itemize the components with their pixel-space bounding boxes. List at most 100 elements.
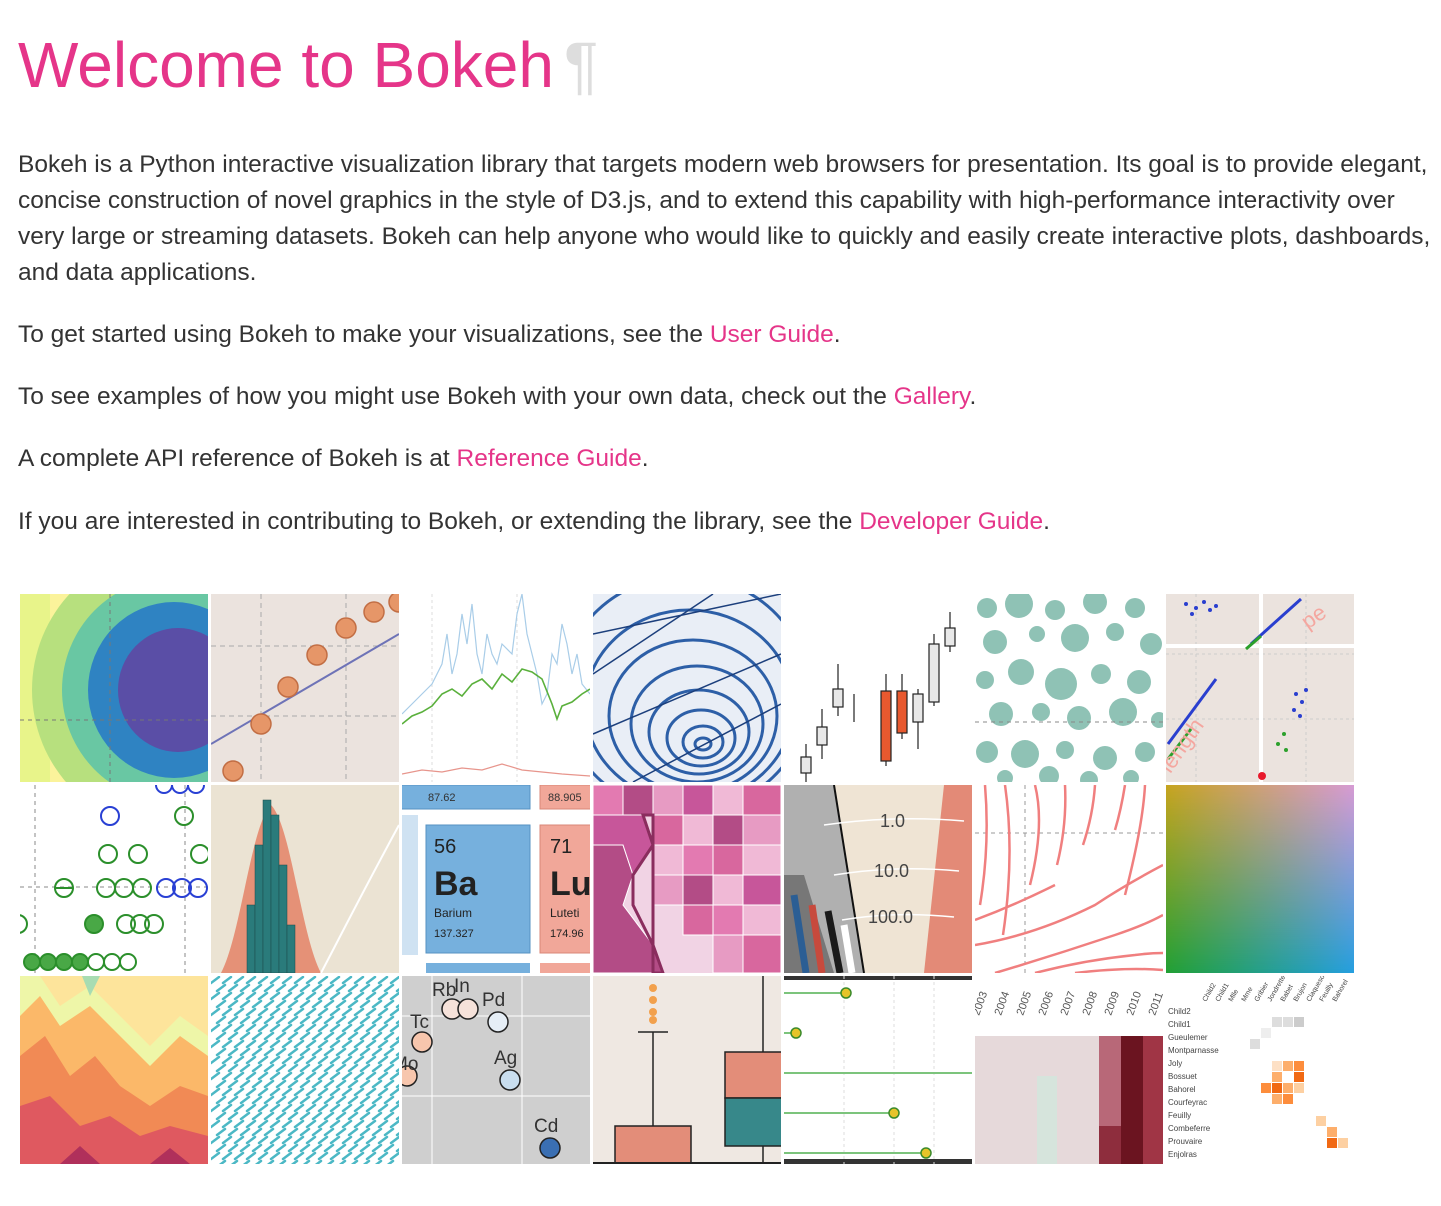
- radial-tick-1: 1.0: [880, 811, 905, 831]
- intro-paragraph: Bokeh is a Python interactive visualizat…: [18, 151, 1431, 286]
- periodic-mass-2: 174.96: [550, 928, 584, 940]
- reference-paragraph: A complete API reference of Bokeh is at …: [18, 441, 649, 477]
- periodic-val-2: 88.905: [548, 792, 582, 804]
- matrix-cell: [1261, 1028, 1271, 1038]
- radial-axis-plot: 1.0 10.0 100.0: [784, 785, 972, 973]
- thumbnail-scatter-matrix[interactable]: pe length: [1166, 594, 1354, 782]
- thumbnail-linear-regression[interactable]: [211, 594, 399, 782]
- matrix-cell: [1250, 1039, 1260, 1049]
- periodic-symbol-1: Ba: [434, 865, 479, 903]
- element-scatter-plot: Rb In Pd Tc Mo Ag Cd: [402, 976, 590, 1164]
- page: Welcome to Bokeh ¶ Bokeh is a Python inte…: [0, 0, 1441, 1206]
- permalink-pilcrow[interactable]: ¶: [564, 29, 598, 101]
- thumbnail-lollipop[interactable]: [784, 976, 972, 1164]
- thumbnail-year-heatmap[interactable]: 2003 2004 2005 2006 2007 2008 2009 2010 2011: [975, 976, 1163, 1164]
- matrix-side-label: Child1: [1168, 1020, 1191, 1029]
- matrix-side-label: Child2: [1168, 1007, 1191, 1016]
- thumbnail-radial-log-axis[interactable]: 1.0 10.0 100.0: [784, 785, 972, 973]
- matrix-side-label: Enjolras: [1168, 1150, 1197, 1159]
- spiral-plot: [593, 594, 781, 782]
- matrix-cell: [1272, 1094, 1282, 1104]
- matrix-cell: [1327, 1138, 1337, 1148]
- stacked-area-plot: [20, 976, 208, 1164]
- periodic-num-1: 56: [434, 836, 456, 858]
- thumbnail-segments-field[interactable]: [211, 976, 399, 1164]
- element-label-tc: Tc: [410, 1012, 429, 1033]
- element-label-ag: Ag: [494, 1048, 517, 1069]
- developer-paragraph: If you are interested in contributing to…: [18, 504, 1050, 540]
- scatter-circles-plot: [975, 594, 1163, 782]
- thumbnail-scatter-circles[interactable]: [975, 594, 1163, 782]
- boxplot-chart: [593, 976, 781, 1164]
- developer-text: If you are interested in contributing to…: [18, 508, 860, 535]
- year-heatmap: 2003 2004 2005 2006 2007 2008 2009 2010 2011: [975, 976, 1163, 1164]
- segment-field-plot: [211, 976, 399, 1164]
- regression-plot: [211, 594, 399, 782]
- matrix-side-label: Bahorel: [1168, 1085, 1196, 1094]
- co-occurrence-matrix: Child2Child1Mlle Mme GribierJondretteBabet…: [1166, 976, 1354, 1164]
- thumbnail-spiral-arcs[interactable]: [593, 594, 781, 782]
- thumbnail-marker-grid[interactable]: [20, 785, 208, 973]
- gallery-grid: pe length 87.62 88.905 56 Ba Barium 137.…: [20, 594, 1356, 1166]
- matrix-cell: [1316, 1116, 1326, 1126]
- matrix-cell: [1283, 1083, 1293, 1093]
- user-guide-link[interactable]: User Guide: [710, 321, 834, 348]
- matrix-side-label: Prouvaire: [1168, 1137, 1203, 1146]
- periodic-num-2: 71: [550, 836, 572, 858]
- thumbnail-boxplot[interactable]: [593, 976, 781, 1164]
- stock-line-plot: [402, 594, 590, 782]
- thumbnail-element-scatter[interactable]: Rb In Pd Tc Mo Ag Cd: [402, 976, 590, 1164]
- element-label-rb: Rb: [432, 980, 456, 1001]
- thumbnail-stacked-area[interactable]: [20, 976, 208, 1164]
- gallery-link[interactable]: Gallery: [894, 383, 970, 410]
- user-guide-text: To get started using Bokeh to make your …: [18, 321, 710, 348]
- matrix-cell: [1338, 1138, 1348, 1148]
- radial-tick-3: 100.0: [868, 907, 913, 927]
- gallery-text: To see examples of how you might use Bok…: [18, 383, 894, 410]
- periodic-symbol-2: Lu: [550, 865, 590, 903]
- matrix-cell: [1294, 1083, 1304, 1093]
- histogram-plot: [211, 785, 399, 973]
- matrix-side-label: Montparnasse: [1168, 1046, 1219, 1055]
- thumbnail-histogram[interactable]: [211, 785, 399, 973]
- matrix-cell: [1283, 1094, 1293, 1104]
- radial-tick-2: 10.0: [874, 861, 909, 881]
- matrix-cell: [1294, 1072, 1304, 1082]
- gradient-image: [1166, 785, 1354, 973]
- matrix-cell: [1294, 1061, 1304, 1071]
- streamline-plot: [975, 785, 1163, 973]
- developer-period: .: [1043, 508, 1050, 535]
- thumbnail-periodic-table[interactable]: 87.62 88.905 56 Ba Barium 137.327 71 Lu …: [402, 785, 590, 973]
- periodic-table-plot: 87.62 88.905 56 Ba Barium 137.327 71 Lu …: [402, 785, 590, 973]
- matrix-side-label: Joly: [1168, 1059, 1182, 1068]
- periodic-mass-1: 137.327: [434, 928, 474, 940]
- matrix-cell: [1272, 1072, 1282, 1082]
- thumbnail-streamlines[interactable]: [975, 785, 1163, 973]
- page-title: Welcome to Bokeh ¶: [18, 28, 598, 102]
- thumbnail-stock-lines[interactable]: [402, 594, 590, 782]
- matrix-cell: [1283, 1061, 1293, 1071]
- page-title-text: Welcome to Bokeh: [18, 29, 554, 101]
- matrix-side-label: Gueulemer: [1168, 1033, 1208, 1042]
- matrix-cell: [1272, 1061, 1282, 1071]
- candlestick-plot: [784, 594, 972, 782]
- matrix-side-label: Combeferre: [1168, 1124, 1211, 1133]
- reference-guide-link[interactable]: Reference Guide: [457, 445, 642, 472]
- matrix-cell: [1327, 1127, 1337, 1137]
- thumbnail-candlestick[interactable]: [784, 594, 972, 782]
- gallery-period: .: [969, 383, 977, 410]
- contour-image-plot: [20, 594, 208, 782]
- developer-guide-link[interactable]: Developer Guide: [859, 508, 1043, 535]
- lollipop-chart: [784, 976, 972, 1164]
- periodic-val-1: 87.62: [428, 792, 456, 804]
- periodic-name-1: Barium: [434, 906, 472, 920]
- matrix-cell: [1283, 1017, 1293, 1027]
- thumbnail-co-occurrence[interactable]: Child2 Child1 Mlle Mme Gribier Jondrette Babet…: [1166, 976, 1354, 1164]
- thumbnail-color-gradient[interactable]: [1166, 785, 1354, 973]
- matrix-side-label: Bossuet: [1168, 1072, 1198, 1081]
- thumbnail-contour-image[interactable]: [20, 594, 208, 782]
- choropleth-map: [593, 785, 781, 973]
- thumbnail-texas-choropleth[interactable]: [593, 785, 781, 973]
- element-label-cd: Cd: [534, 1116, 558, 1137]
- element-label-mo: Mo: [402, 1054, 418, 1075]
